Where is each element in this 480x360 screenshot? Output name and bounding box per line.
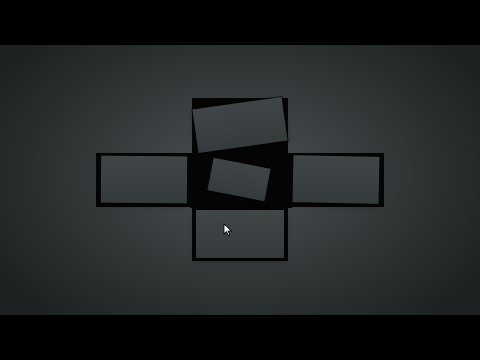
desktop-canvas[interactable]	[0, 45, 480, 315]
letterbox-bottom	[0, 315, 480, 360]
letterbox-top	[0, 0, 480, 45]
tile-right[interactable]	[292, 155, 380, 204]
tile-bottom[interactable]	[196, 210, 284, 258]
tile-left[interactable]	[100, 155, 188, 204]
arrow-cursor-icon	[223, 223, 233, 237]
